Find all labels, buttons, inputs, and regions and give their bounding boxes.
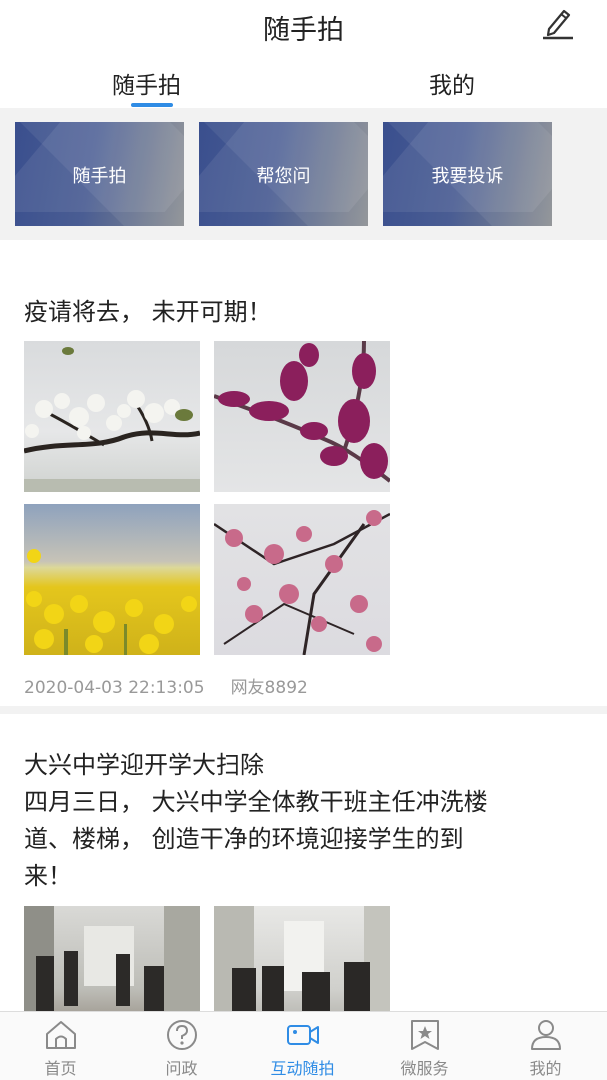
redbud-blossom-photo[interactable] — [214, 341, 390, 492]
nav-label: 互动随拍 — [270, 1059, 335, 1078]
post-divider — [0, 706, 607, 714]
banner-label: 随手拍 — [72, 166, 127, 187]
video-camera-icon — [286, 1019, 320, 1051]
white-blossom-photo[interactable] — [24, 341, 200, 492]
post-timestamp: 2020-04-03 22:13:05 — [24, 678, 205, 698]
tab-bar: 随手拍 我的 — [0, 58, 607, 108]
pencil-edit-icon[interactable] — [537, 5, 577, 41]
star-bookmark-icon — [408, 1019, 442, 1051]
post-author: 网友8892 — [230, 678, 308, 698]
tab-suishoupai[interactable]: 随手拍 — [112, 66, 181, 100]
banner-label: 帮您问 — [256, 166, 311, 187]
banner-complaint[interactable]: 我要投诉 — [383, 122, 552, 226]
banner-row: 随手拍 帮您问 我要投诉 — [0, 108, 607, 240]
user-icon — [529, 1019, 563, 1051]
post-title: 疫请将去， 未开可期！ — [24, 298, 272, 326]
nav-item-mine[interactable]: 我的 — [485, 1012, 606, 1080]
banner-label: 我要投诉 — [431, 166, 504, 187]
rapeseed-field-photo[interactable] — [24, 504, 200, 655]
post-description: 四月三日， 大兴中学全体教干班主任冲洗楼 道、楼梯， 创造干净的环境迎接学生的到… — [24, 784, 584, 895]
page-title: 随手拍 — [263, 15, 344, 46]
nav-item-micro-service[interactable]: 微服务 — [364, 1012, 485, 1080]
post-title: 大兴中学迎开学大扫除 — [24, 751, 264, 779]
feed-post[interactable]: 疫请将去， 未开可期！ 2020-04-03 22:13:05 网友8892 — [0, 240, 607, 706]
active-tab-indicator — [131, 103, 173, 107]
banner-ask[interactable]: 帮您问 — [199, 122, 368, 226]
nav-item-home[interactable]: 首页 — [0, 1012, 121, 1080]
header: 随手拍 — [0, 0, 607, 50]
nav-label: 首页 — [44, 1059, 77, 1078]
feed-post[interactable]: 大兴中学迎开学大扫除 四月三日， 大兴中学全体教干班主任冲洗楼 道、楼梯， 创造… — [0, 714, 607, 1057]
nav-item-wenzheng[interactable]: 问政 — [121, 1012, 242, 1080]
post-description-line: 道、楼梯， 创造干净的环境迎接学生的到 — [24, 825, 464, 853]
nav-label: 我的 — [529, 1059, 562, 1078]
nav-label: 微服务 — [400, 1059, 449, 1078]
post-description-line: 四月三日， 大兴中学全体教干班主任冲洗楼 — [24, 788, 488, 816]
bottom-nav: 首页 问政 互动随拍 微服务 我的 — [0, 1011, 607, 1080]
banner-suishoupai[interactable]: 随手拍 — [15, 122, 184, 226]
nav-label: 问政 — [165, 1059, 198, 1078]
home-icon — [44, 1019, 78, 1051]
peach-blossom-photo[interactable] — [214, 504, 390, 655]
post-meta: 2020-04-03 22:13:05 网友8892 — [24, 673, 308, 698]
question-icon — [165, 1019, 199, 1051]
tab-mine[interactable]: 我的 — [429, 66, 475, 100]
post-description-line: 来！ — [24, 862, 72, 890]
app-screen: 随手拍 随手拍 我的 随手拍 帮您问 我要投诉 疫请将去， 未开可期！ 2020… — [0, 0, 607, 1080]
nav-item-interactive-photo[interactable]: 互动随拍 — [242, 1012, 363, 1080]
